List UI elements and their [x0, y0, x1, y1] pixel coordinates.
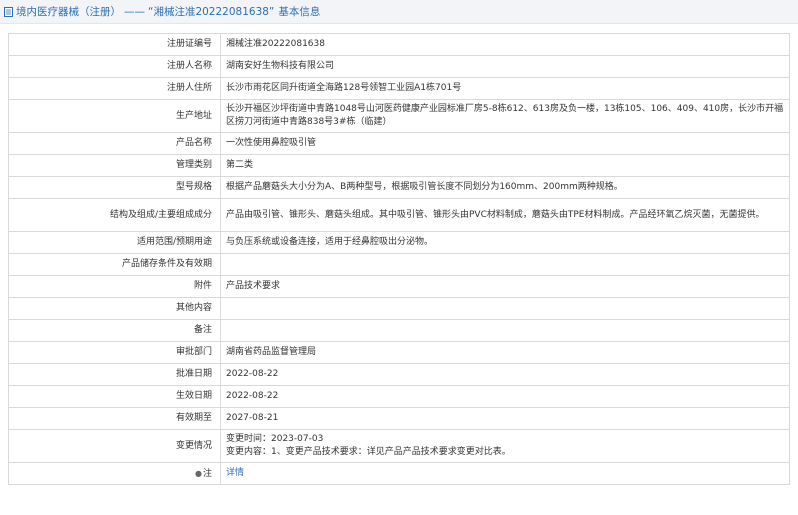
value-cell: 产品技术要求: [220, 275, 790, 298]
label-cell: 批准日期: [8, 363, 221, 386]
info-table: 注册证编号 湘械注准20222081638 注册人名称 湖南安好生物科技有限公司…: [8, 33, 790, 485]
header-separator: ——: [124, 5, 145, 18]
header-title: “湘械注准20222081638”: [148, 6, 275, 18]
label-cell: 附件: [8, 275, 221, 298]
row-change: 变更情况 变更时间：2023-07-03 变更内容：1、变更产品技术要求：详见产…: [8, 429, 790, 463]
value-cell: 一次性使用鼻腔吸引管: [220, 132, 790, 155]
label-cell: ●注: [8, 462, 221, 485]
label-cell: 生产地址: [8, 99, 221, 133]
label-cell: 产品名称: [8, 132, 221, 155]
row-model-spec: 型号规格 根据产品蘑菇头大小分为A、B两种型号，根据吸引管长度不同划分为160m…: [8, 176, 790, 199]
change-content: 变更内容：1、变更产品技术要求：详见产品产品技术要求变更对比表。: [226, 447, 511, 457]
page-header: 境内医疗器械（注册） —— “湘械注准20222081638” 基本信息: [0, 0, 798, 24]
row-management-class: 管理类别 第二类: [8, 154, 790, 177]
row-storage: 产品储存条件及有效期: [8, 253, 790, 276]
value-cell: 详情: [220, 462, 790, 485]
row-structure: 结构及组成/主要组成成分 产品由吸引管、锥形头、蘑菇头组成。其中吸引管、锥形头由…: [8, 198, 790, 232]
value-cell: [220, 319, 790, 342]
bullet-icon: ●: [195, 468, 202, 478]
value-cell: 长沙市雨花区同升街道全海路128号领智工业园A1栋701号: [220, 77, 790, 100]
row-effective-date: 生效日期 2022-08-22: [8, 385, 790, 408]
label-cell: 注册人住所: [8, 77, 221, 100]
label-cell: 型号规格: [8, 176, 221, 199]
label-cell: 备注: [8, 319, 221, 342]
row-registrant-address: 注册人住所 长沙市雨花区同升街道全海路128号领智工业园A1栋701号: [8, 77, 790, 100]
row-approval-date: 批准日期 2022-08-22: [8, 363, 790, 386]
label-cell: 变更情况: [8, 429, 221, 463]
label-cell: 注册人名称: [8, 55, 221, 78]
row-attachment: 附件 产品技术要求: [8, 275, 790, 298]
row-product-name: 产品名称 一次性使用鼻腔吸引管: [8, 132, 790, 155]
value-cell: 第二类: [220, 154, 790, 177]
row-note: ●注 详情: [8, 462, 790, 485]
change-time: 变更时间：2023-07-03: [226, 434, 324, 444]
row-production-address: 生产地址 长沙开福区沙坪街道中青路1048号山河医药健康产业园标准厂房5-8栋6…: [8, 99, 790, 133]
details-link[interactable]: 详情: [226, 468, 244, 478]
label-cell: 有效期至: [8, 407, 221, 430]
row-expiry-date: 有效期至 2027-08-21: [8, 407, 790, 430]
value-cell: 根据产品蘑菇头大小分为A、B两种型号，根据吸引管长度不同划分为160mm、200…: [220, 176, 790, 199]
label-cell: 生效日期: [8, 385, 221, 408]
header-category[interactable]: 境内医疗器械（注册）: [16, 4, 121, 19]
value-cell: 长沙开福区沙坪街道中青路1048号山河医药健康产业园标准厂房5-8栋612、61…: [220, 99, 790, 133]
value-cell: 2022-08-22: [220, 385, 790, 408]
row-approval-dept: 审批部门 湖南省药品监督管理局: [8, 341, 790, 364]
value-cell: 产品由吸引管、锥形头、蘑菇头组成。其中吸引管、锥形头由PVC材料制成，蘑菇头由T…: [220, 198, 790, 232]
header-title-suffix: 基本信息: [278, 6, 321, 18]
value-cell: 湖南安好生物科技有限公司: [220, 55, 790, 78]
label-cell: 审批部门: [8, 341, 221, 364]
value-cell: 2022-08-22: [220, 363, 790, 386]
value-cell: 2027-08-21: [220, 407, 790, 430]
label-cell: 适用范围/预期用途: [8, 231, 221, 254]
label-cell: 产品储存条件及有效期: [8, 253, 221, 276]
label-cell: 管理类别: [8, 154, 221, 177]
row-intended-use: 适用范围/预期用途 与负压系统或设备连接，适用于经鼻腔吸出分泌物。: [8, 231, 790, 254]
row-other: 其他内容: [8, 297, 790, 320]
label-cell: 结构及组成/主要组成成分: [8, 198, 221, 232]
row-registration-number: 注册证编号 湘械注准20222081638: [8, 33, 790, 56]
document-icon: [4, 6, 13, 17]
value-cell: [220, 253, 790, 276]
value-cell: 与负压系统或设备连接，适用于经鼻腔吸出分泌物。: [220, 231, 790, 254]
value-cell: [220, 297, 790, 320]
note-label: 注: [202, 468, 212, 479]
label-cell: 其他内容: [8, 297, 221, 320]
value-cell: 湘械注准20222081638: [220, 33, 790, 56]
value-cell: 湖南省药品监督管理局: [220, 341, 790, 364]
value-cell: 变更时间：2023-07-03 变更内容：1、变更产品技术要求：详见产品产品技术…: [220, 429, 790, 463]
row-registrant-name: 注册人名称 湖南安好生物科技有限公司: [8, 55, 790, 78]
label-cell: 注册证编号: [8, 33, 221, 56]
row-remarks: 备注: [8, 319, 790, 342]
